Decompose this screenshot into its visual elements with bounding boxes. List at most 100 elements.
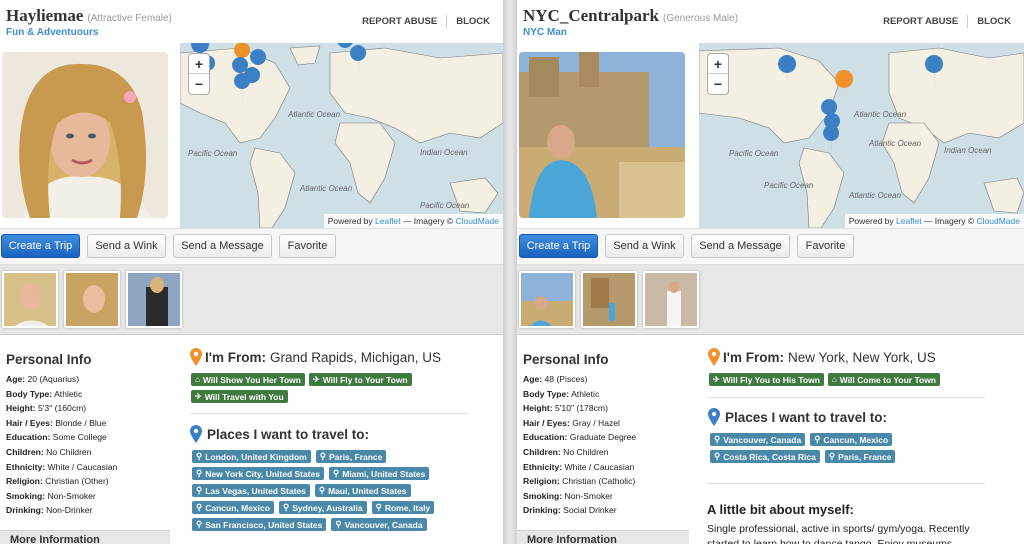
map-marker-icon: ⚲ [333,468,340,478]
photo-thumbnail[interactable] [643,271,699,328]
place-badge[interactable]: ⚲ Cancun, Mexico [810,433,893,446]
zoom-in-button[interactable]: + [708,54,728,74]
photo-thumbnail[interactable] [64,271,120,328]
user-type: (Attractive Female) [87,13,172,24]
info-row: Age: 20 (Aquarius) [6,374,80,384]
zoom-out-button[interactable]: − [708,74,728,94]
info-row: Body Type: Athletic [6,388,83,399]
profile-panel-left: Hayliemae (Attractive Female) Fun & Adven… [0,0,503,544]
about-title: A little bit about myself: [707,502,854,517]
travel-preferences: ⌂ Will Show You Her Town ✈ Will Fly to You… [191,373,441,403]
info-row: Children: No Children [523,446,609,457]
send-message-button[interactable]: Send a Message [173,234,272,258]
username: NYC_Centralpark (Generous Male) [523,6,739,25]
preference-badge: ✈ Will Travel with You [191,390,288,403]
place-badge[interactable]: ⚲ Vancouver, Canada [710,433,806,446]
leaflet-link[interactable]: Leaflet [375,216,401,226]
photo-thumbnail[interactable] [581,271,637,328]
ocean-label: Indian Ocean [420,148,468,157]
favorite-button[interactable]: Favorite [279,234,336,258]
place-badge[interactable]: ⚲ Las Vegas, United States [192,484,310,497]
info-row: Smoking: Non-Smoker [6,490,96,501]
photo-thumbnail[interactable] [126,271,182,328]
place-badge[interactable]: ⚲ New York City, United States [192,467,325,480]
map-marker-icon: ⚲ [814,434,821,444]
places-title: Places I want to travel to: [708,408,887,426]
place-badge[interactable]: ⚲ Paris, France [315,450,387,463]
panel-divider [503,0,517,544]
leaflet-link[interactable]: Leaflet [896,216,922,226]
personal-info: Personal Info Age: 20 (Aquarius) Body Ty… [6,352,176,518]
map-zoom-control[interactable]: + − [707,53,729,95]
ocean-label: Atlantic Ocean [299,184,353,193]
divider [707,397,985,398]
block-link[interactable]: BLOCK [447,16,499,27]
profile-photo[interactable] [519,52,685,218]
create-trip-button[interactable]: Create a Trip [1,234,80,258]
info-row: Education: Some College [6,432,107,443]
info-row: Hair / Eyes: Blonde / Blue [6,417,107,428]
divider [190,413,468,414]
personal-info: Personal Info Age: 48 (Pisces) Body Type… [523,352,693,518]
map-marker-icon: ⚲ [319,451,326,461]
plane-icon: ✈ [195,392,202,401]
place-badge[interactable]: ⚲ London, United Kingdom [192,450,311,463]
place-badge[interactable]: ⚲ Miami, United States [329,467,430,480]
zoom-in-button[interactable]: + [189,54,209,74]
cloudmade-link[interactable]: CloudMade [456,216,499,226]
map-zoom-control[interactable]: + − [188,53,210,95]
profile-panel-right: NYC_Centralpark (Generous Male) NYC Man R… [517,0,1024,544]
place-badge[interactable]: ⚲ Paris, France [824,450,896,463]
about-text: Single professional, active in sports/ g… [707,523,970,544]
report-abuse-link[interactable]: REPORT ABUSE [874,16,967,27]
plane-icon: ✈ [313,375,320,384]
info-row: Height: 5'10" (178cm) [523,403,608,414]
about-section: A little bit about myself: Single profes… [707,502,987,544]
photo-thumbnails [0,265,503,335]
map-marker-icon: ⚲ [714,434,721,444]
tagline: Fun & Adventuours [6,27,99,38]
personal-info-title: Personal Info [6,352,92,367]
send-wink-button[interactable]: Send a Wink [87,234,166,258]
send-message-button[interactable]: Send a Message [691,234,790,258]
place-badge[interactable]: ⚲ Maui, United States [314,484,411,497]
profile-photo[interactable] [2,52,168,218]
map-marker-icon: ⚲ [282,502,290,512]
more-information-header[interactable]: More Information [0,530,170,544]
travel-map[interactable]: Atlantic Ocean Pacific Ocean Atlantic Oc… [699,43,1024,228]
place-badge[interactable]: ⚲ Rome, Italy [371,501,435,514]
info-row: Age: 48 (Pisces) [523,374,588,384]
cloudmade-link[interactable]: CloudMade [977,216,1020,226]
preference-badge: ⌂ Will Show You Her Town [191,373,305,386]
favorite-button[interactable]: Favorite [797,234,854,258]
hometown: I'm From: New York, New York, US [708,348,936,366]
place-badge[interactable]: ⚲ Vancouver, Canada [331,518,427,531]
profile-header: Hayliemae (Attractive Female) Fun & Adven… [0,0,503,43]
map-marker-icon: ⚲ [196,451,203,461]
place-badge[interactable]: ⚲ Cancun, Mexico [192,501,274,514]
places-list: ⚲ Vancouver, Canada ⚲ Cancun, Mexico ⚲ Cost… [710,433,920,463]
info-row: Smoking: Non-Smoker [523,490,613,501]
info-row: Ethnicity: White / Caucasian [6,461,118,472]
block-link[interactable]: BLOCK [968,16,1020,27]
more-information-header[interactable]: More Information [517,530,689,544]
action-bar: Create a Trip Send a Wink Send a Message… [0,228,503,265]
zoom-out-button[interactable]: − [189,74,209,94]
info-row: Body Type: Athletic [523,388,600,399]
place-badge[interactable]: ⚲ San Francisco, United States [192,518,327,531]
ocean-label: Atlantic Ocean [287,110,341,119]
info-row: Children: No Children [6,446,92,457]
action-bar: Create a Trip Send a Wink Send a Message… [517,228,1024,265]
send-wink-button[interactable]: Send a Wink [605,234,684,258]
photo-thumbnail[interactable] [519,271,575,328]
report-abuse-link[interactable]: REPORT ABUSE [353,16,446,27]
create-trip-button[interactable]: Create a Trip [519,234,598,258]
photo-thumbnail[interactable] [2,271,58,328]
place-badge[interactable]: ⚲ Sydney, Australia [278,501,367,514]
map-marker-icon: ⚲ [196,519,203,529]
place-badge[interactable]: ⚲ Costa Rica, Costa Rica [710,450,820,463]
photo-thumbnails [517,265,1024,335]
tagline: NYC Man [523,27,567,38]
travel-map[interactable]: Atlantic Ocean Pacific Ocean Indian Ocea… [180,43,503,228]
preference-badge: ✈ Will Fly You to His Town [709,373,824,386]
